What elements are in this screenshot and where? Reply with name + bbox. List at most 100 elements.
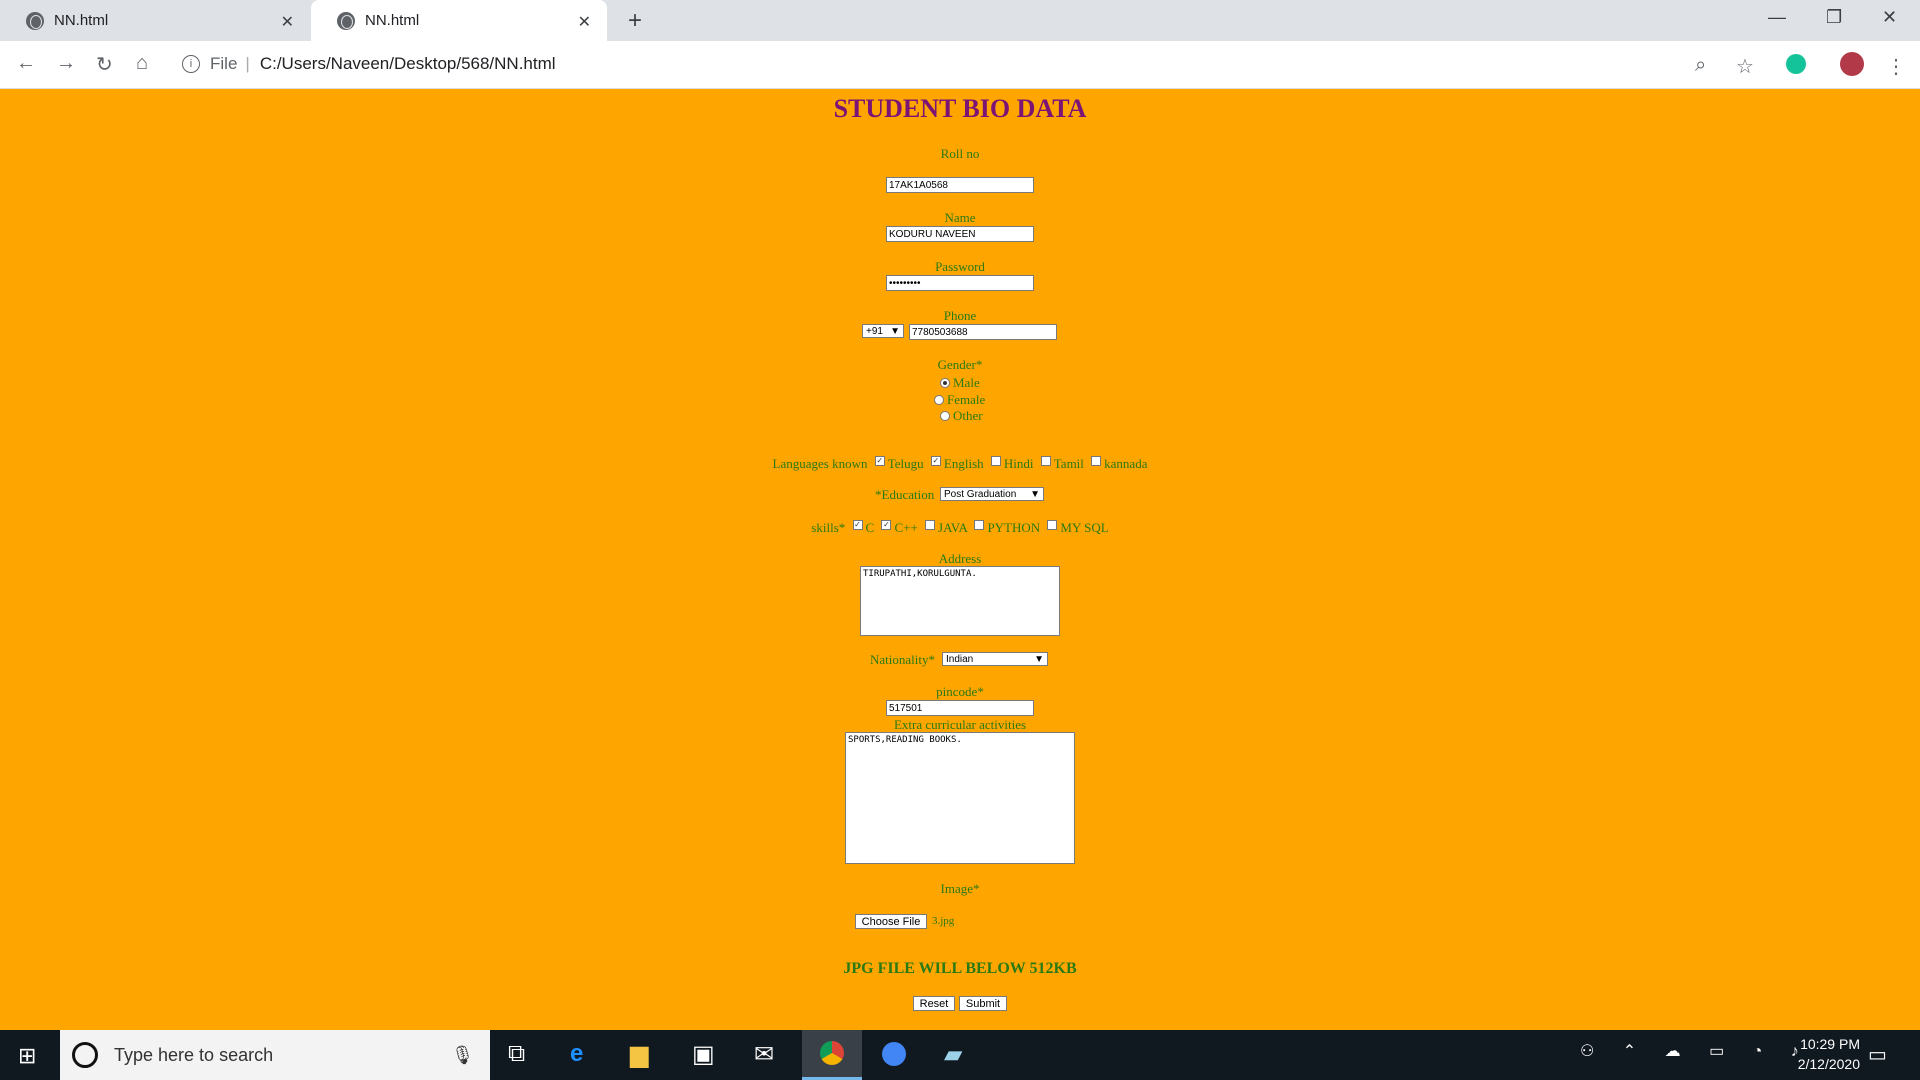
radio-female[interactable] [934,394,944,405]
edge-icon[interactable]: e [570,1040,583,1068]
tab-title: NN.html [365,12,420,29]
address-prefix: File [210,54,238,73]
tab-inactive[interactable]: NN.html ✕ [0,0,310,41]
languages-row: Languages known ✓ Telugu ✓ English Hindi T… [0,456,1920,472]
skill-label: PYTHON [987,520,1041,535]
search-placeholder: Type here to search [114,1044,274,1065]
grammarly-icon[interactable] [1786,54,1806,74]
close-icon[interactable]: ✕ [578,12,591,32]
checkbox-english[interactable]: ✓ [930,456,941,466]
minimize-icon[interactable]: — [1768,7,1786,28]
skill-label: JAVA [938,520,968,535]
pincode-input[interactable] [886,700,1034,716]
checkbox-python[interactable] [974,520,985,530]
checkbox-tamil[interactable] [1040,456,1051,466]
restore-icon[interactable]: ❐ [1826,7,1842,28]
zoom-icon[interactable]: ⌕ [1695,54,1706,77]
education-select[interactable]: Post Graduation ▼ [940,487,1044,501]
avatar[interactable] [1840,52,1864,76]
task-view-icon[interactable]: ⧉ [508,1040,525,1068]
extra-label: Extra curricular activities [893,717,1027,732]
back-icon[interactable]: ← [16,52,36,75]
checkbox-cpp[interactable]: ✓ [881,520,892,530]
microphone-icon[interactable]: 🎙 [451,1045,474,1066]
phone-input[interactable] [909,324,1057,340]
page-title: STUDENT BIO DATA [833,94,1087,123]
menu-icon[interactable]: ⋮ [1886,54,1906,79]
address-label: Address [938,551,982,566]
name-input[interactable] [886,226,1034,242]
chrome-icon [820,1041,844,1065]
checkbox-java[interactable] [925,520,936,530]
window-close-icon[interactable]: ✕ [1882,7,1897,28]
clock-time: 10:29 PM [1800,1036,1860,1052]
phone-code-select[interactable]: +91 ▼ [862,324,904,338]
address-bar[interactable]: i File | C:/Users/Naveen/Desktop/568/NN.… [182,48,556,80]
notepad-icon[interactable]: ▰ [944,1040,962,1069]
globe-icon [337,11,355,30]
image-label: Image* [940,881,980,896]
reset-button[interactable]: Reset [913,996,955,1011]
phone-label: Phone [943,308,977,323]
password-input[interactable] [886,275,1034,291]
star-icon[interactable]: ☆ [1736,54,1754,79]
checkbox-telugu[interactable]: ✓ [874,456,885,466]
chrome-alt-icon[interactable] [882,1042,906,1066]
checkbox-hindi[interactable] [990,456,1001,466]
chevron-down-icon: ▼ [1030,488,1040,500]
file-explorer-icon[interactable]: ▆ [630,1040,648,1069]
system-tray-icons[interactable]: ⚇ ⌃ ☁ ▭ ◔ ♪ [1580,1041,1811,1061]
info-icon[interactable]: i [182,55,200,73]
education-label: *Education [875,487,935,502]
tab-active[interactable]: NN.html ✕ [311,0,607,41]
gender-option-male[interactable]: Male [940,374,980,392]
taskbar-search[interactable]: Type here to search 🎙 [60,1030,490,1080]
language-label: kannada [1104,456,1148,471]
language-label: Telugu [887,456,924,471]
checkbox-mysql[interactable] [1047,520,1058,530]
forward-icon[interactable]: → [56,52,76,75]
address-separator: | [245,54,250,73]
store-icon[interactable]: ▣ [692,1040,715,1069]
name-label: Name [944,210,976,225]
windows-start-icon[interactable]: ⊞ [18,1043,36,1069]
nationality-label: Nationality* [870,652,935,667]
tab-title: NN.html [54,12,109,29]
clock-date: 2/12/2020 [1797,1056,1860,1072]
rollno-input[interactable] [886,177,1034,193]
extra-textarea[interactable]: SPORTS,READING BOOKS. [845,732,1075,864]
radio-other[interactable] [940,410,950,421]
checkbox-c[interactable]: ✓ [852,520,863,530]
choose-file-button[interactable]: Choose File [855,914,927,929]
globe-icon [26,11,44,30]
skill-label: MY SQL [1060,520,1109,535]
address-textarea[interactable]: TIRUPATHI,KORULGUNTA. [860,566,1060,636]
gender-option-label: Other [953,408,983,423]
nationality-value: Indian [946,653,974,665]
home-icon[interactable]: ⌂ [136,52,148,75]
mail-icon[interactable]: ✉ [754,1040,774,1069]
gender-option-label: Female [947,392,986,407]
radio-male[interactable] [940,377,950,388]
notification-icon[interactable]: ▭ [1868,1042,1887,1067]
file-size-note: JPG FILE WILL BELOW 512KB [843,960,1077,977]
new-tab-icon[interactable]: + [628,7,642,35]
education-value: Post Graduation [944,488,1017,500]
clock[interactable]: 10:29 PM 2/12/2020 [1798,1034,1860,1074]
address-url[interactable]: C:/Users/Naveen/Desktop/568/NN.html [260,54,556,74]
close-icon[interactable]: ✕ [281,12,294,32]
gender-option-other[interactable]: Other [940,407,983,425]
gender-option-label: Male [953,375,980,390]
skills-row: skills* ✓ C ✓ C++ JAVA PYTHON MY SQL [0,520,1920,536]
chevron-down-icon: ▼ [1034,653,1044,665]
skills-label: skills* [811,520,846,535]
reload-icon[interactable]: ↻ [96,52,113,77]
submit-button[interactable]: Submit [959,996,1007,1011]
checkbox-kannada[interactable] [1091,456,1102,466]
nationality-select[interactable]: Indian ▼ [942,652,1048,666]
language-label: English [943,456,984,471]
phone-code-value: +91 [866,325,883,337]
rollno-label: Roll no [940,146,980,161]
chrome-taskbar-button[interactable] [802,1030,862,1080]
skill-label: C++ [894,520,918,535]
